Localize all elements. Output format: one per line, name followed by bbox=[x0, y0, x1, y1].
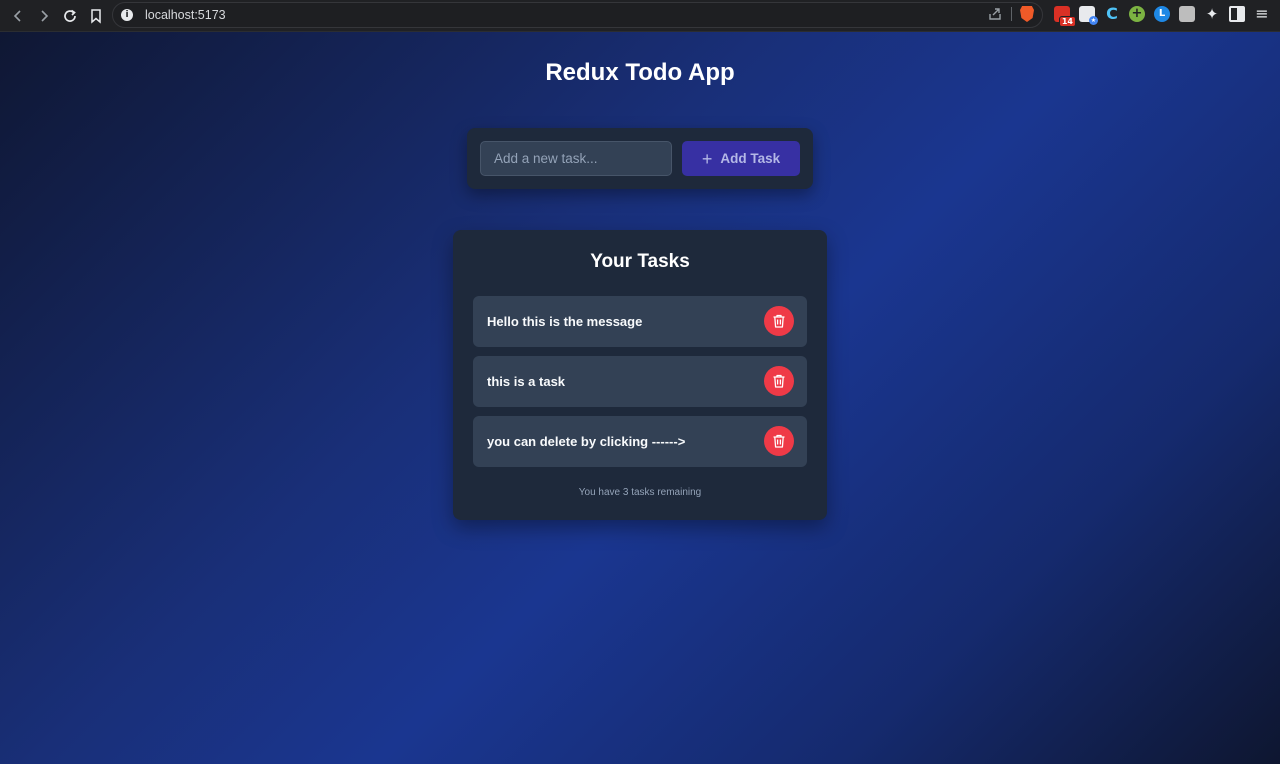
forward-button[interactable] bbox=[31, 3, 57, 29]
page-viewport: Redux Todo App + Add Task Your Tasks Hel… bbox=[0, 32, 1280, 764]
add-task-button[interactable]: + Add Task bbox=[682, 141, 800, 176]
grey-extension-icon[interactable] bbox=[1179, 6, 1195, 22]
plus-icon: + bbox=[701, 148, 713, 169]
bookmark-button[interactable] bbox=[83, 3, 109, 29]
nav-buttons bbox=[0, 3, 109, 29]
add-task-label: Add Task bbox=[720, 151, 781, 166]
new-task-input[interactable] bbox=[480, 141, 672, 176]
address-bar-actions bbox=[987, 6, 1034, 22]
trash-icon bbox=[773, 374, 785, 388]
delete-task-button[interactable] bbox=[764, 426, 794, 456]
task-item: you can delete by clicking ------> bbox=[473, 416, 807, 467]
tasks-title: Your Tasks bbox=[590, 251, 690, 272]
task-text: this is a task bbox=[487, 374, 566, 389]
share-icon[interactable] bbox=[987, 6, 1003, 22]
back-button[interactable] bbox=[5, 3, 31, 29]
site-info-icon[interactable]: i bbox=[121, 9, 133, 21]
menu-icon[interactable]: ≡ bbox=[1254, 6, 1270, 22]
delete-task-button[interactable] bbox=[764, 366, 794, 396]
separator bbox=[1011, 7, 1012, 21]
chevron-right-icon bbox=[41, 9, 49, 22]
browser-toolbar: i localhost:5173 14 ★ C + L ✦ ≡ bbox=[0, 0, 1280, 32]
trash-icon bbox=[773, 314, 785, 328]
address-url[interactable]: localhost:5173 bbox=[145, 8, 226, 22]
address-bar[interactable]: i localhost:5173 bbox=[112, 2, 1043, 28]
extensions-bar: 14 ★ C + L ✦ ≡ bbox=[1054, 6, 1270, 27]
mail-extension-icon[interactable]: 14 bbox=[1054, 6, 1076, 27]
task-text: you can delete by clicking ------> bbox=[487, 434, 686, 449]
tab-manager-extension-icon[interactable]: ★ bbox=[1079, 6, 1098, 25]
blue-extension-icon[interactable]: L bbox=[1154, 6, 1170, 22]
app-title: Redux Todo App bbox=[545, 59, 735, 86]
add-task-form: + Add Task bbox=[467, 128, 813, 189]
bookmark-icon bbox=[91, 8, 101, 24]
task-item: this is a task bbox=[473, 356, 807, 407]
task-item: Hello this is the message bbox=[473, 296, 807, 347]
c-extension-icon[interactable]: C bbox=[1104, 6, 1120, 22]
reload-button[interactable] bbox=[57, 3, 83, 29]
sidebar-toggle-icon[interactable] bbox=[1229, 6, 1245, 22]
puzzle-icon[interactable]: ✦ bbox=[1204, 6, 1220, 22]
trash-icon bbox=[773, 434, 785, 448]
task-list: Hello this is the message this is a task… bbox=[473, 296, 807, 476]
green-plus-extension-icon[interactable]: + bbox=[1129, 6, 1145, 22]
delete-task-button[interactable] bbox=[764, 306, 794, 336]
reload-icon bbox=[64, 9, 76, 22]
mail-badge: 14 bbox=[1058, 16, 1076, 27]
brave-shields-icon[interactable] bbox=[1020, 6, 1034, 22]
tasks-panel: Your Tasks Hello this is the message thi… bbox=[453, 230, 827, 520]
task-text: Hello this is the message bbox=[487, 314, 643, 329]
tasks-remaining-text: You have 3 tasks remaining bbox=[578, 487, 702, 498]
chevron-left-icon bbox=[13, 9, 21, 22]
